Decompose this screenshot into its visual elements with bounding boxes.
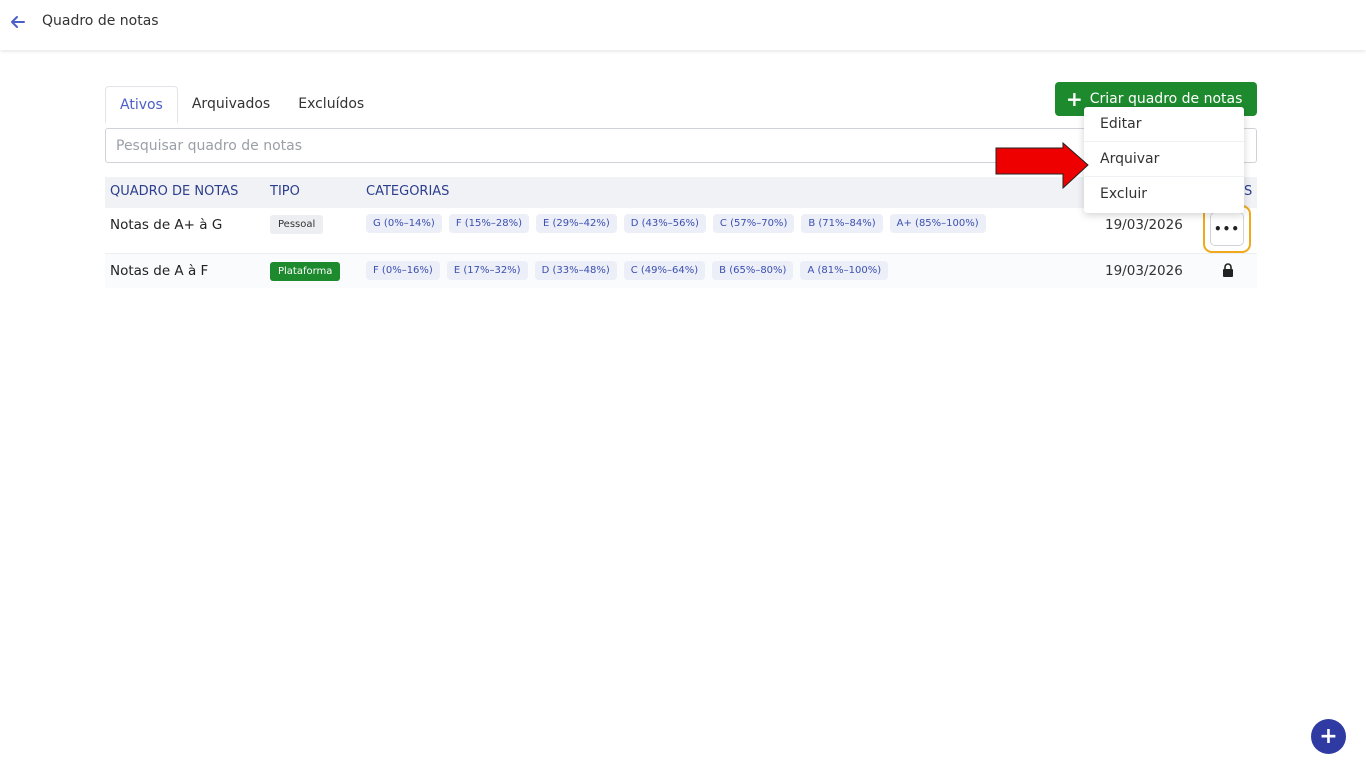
tab-ativos[interactable]: Ativos [105, 86, 178, 124]
top-bar: Quadro de notas [0, 0, 1366, 50]
category-chip: F (15%–28%) [448, 214, 530, 233]
create-gradebook-label: Criar quadro de notas [1089, 91, 1243, 107]
category-chip: A+ (85%–100%) [889, 214, 986, 233]
floating-add-button[interactable]: + [1311, 719, 1346, 754]
category-chip: G (0%–14%) [366, 214, 442, 233]
menu-item-delete[interactable]: Excluir [1084, 177, 1244, 212]
tabs: Ativos Arquivados Excluídos [105, 86, 378, 124]
more-actions-button[interactable]: ••• [1210, 212, 1244, 246]
category-chip: B (71%–84%) [801, 214, 883, 233]
category-chip: C (49%–64%) [623, 261, 706, 280]
gradebook-name[interactable]: Notas de A à F [110, 263, 208, 279]
table-row: Notas de A+ à G Pessoal G (0%–14%) F (15… [105, 205, 1257, 254]
category-chip: E (29%–42%) [536, 214, 617, 233]
menu-item-archive[interactable]: Arquivar [1084, 142, 1244, 177]
category-chip: D (33%–48%) [534, 261, 617, 280]
lock-icon [1223, 263, 1233, 277]
date: 19/03/2026 [1105, 263, 1183, 279]
table-row: Notas de A à F Plataforma F (0%–16%) E (… [105, 254, 1257, 288]
category-list: F (0%–16%) E (17%–32%) D (33%–48%) C (49… [366, 261, 889, 280]
type-badge: Plataforma [270, 262, 341, 281]
category-list: G (0%–14%) F (15%–28%) E (29%–42%) D (43… [366, 214, 986, 233]
category-chip: F (0%–16%) [366, 261, 440, 280]
type-badge: Pessoal [270, 215, 324, 234]
plus-icon: + [1066, 87, 1083, 111]
menu-item-edit[interactable]: Editar [1084, 107, 1244, 142]
column-header-name: QUADRO DE NOTAS [110, 184, 239, 199]
category-chip: D (43%–56%) [623, 214, 706, 233]
arrow-left-icon[interactable] [9, 13, 27, 31]
tab-excluidos[interactable]: Excluídos [284, 86, 378, 124]
category-chip: C (57%–70%) [712, 214, 795, 233]
category-chip: E (17%–32%) [446, 261, 528, 280]
column-header-actions: S [1244, 184, 1253, 199]
annotation-arrow-icon [995, 142, 1089, 190]
tab-arquivados[interactable]: Arquivados [178, 86, 284, 124]
category-chip: A (81%–100%) [800, 261, 889, 280]
page-title: Quadro de notas [42, 13, 159, 29]
date: 19/03/2026 [1105, 217, 1183, 233]
category-chip: B (65%–80%) [712, 261, 794, 280]
context-menu: Editar Arquivar Excluir [1084, 107, 1244, 213]
column-header-type: TIPO [270, 184, 300, 199]
gradebook-name[interactable]: Notas de A+ à G [110, 217, 222, 233]
column-header-categories: CATEGORIAS [366, 184, 450, 199]
